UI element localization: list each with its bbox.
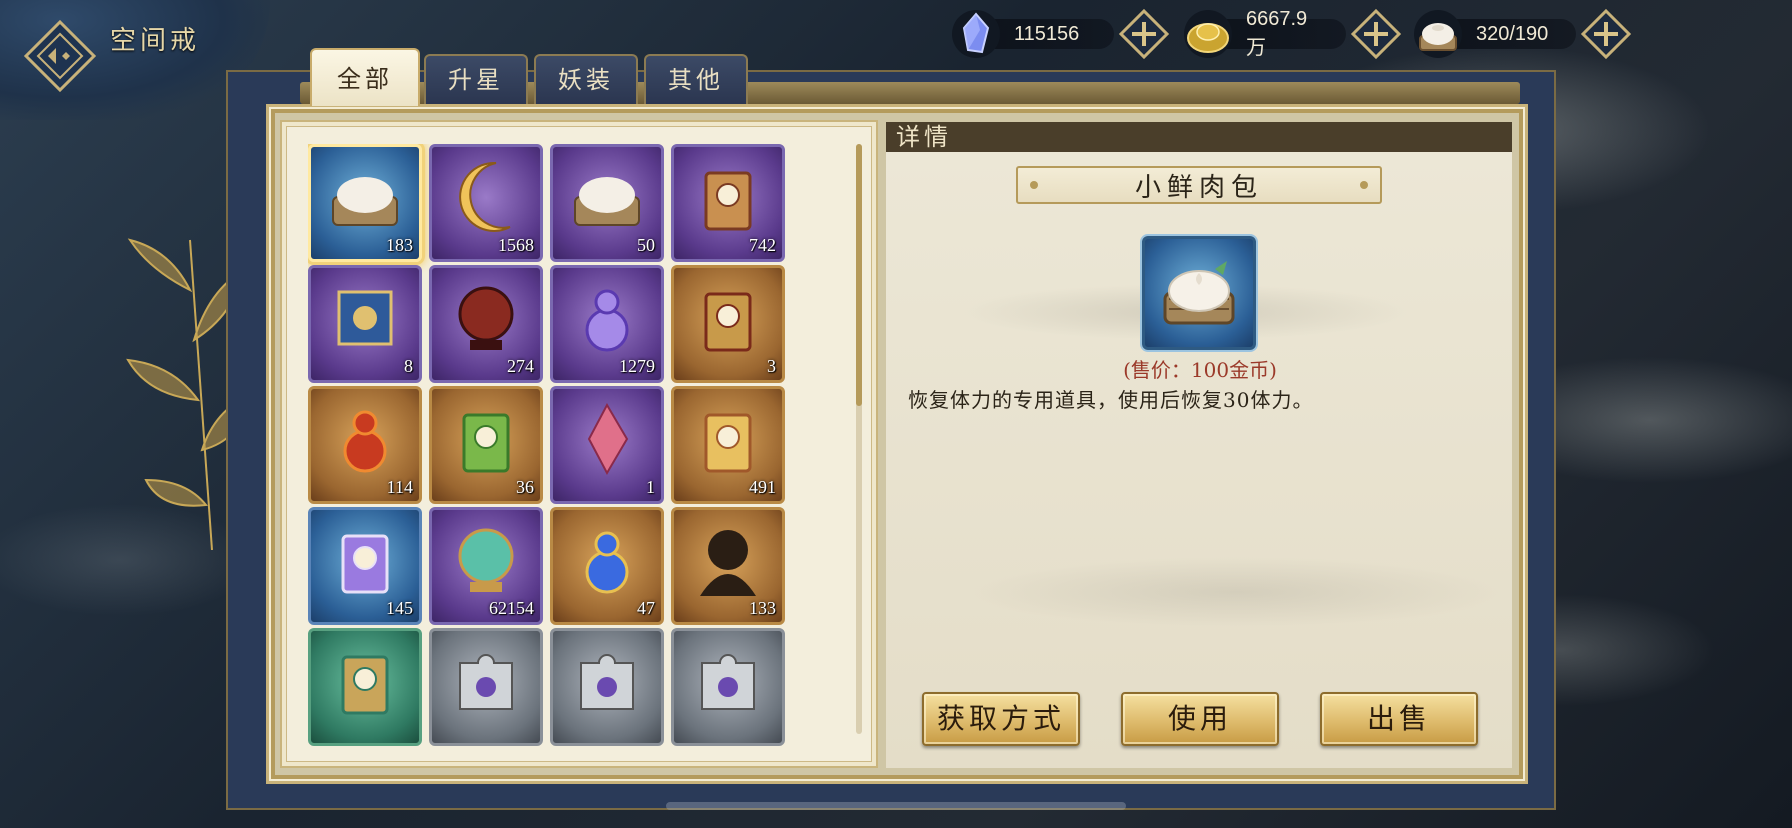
steamed-bun-icon	[332, 177, 398, 226]
sell-button[interactable]: 出售	[1320, 692, 1478, 746]
diamond-back-icon[interactable]	[22, 18, 98, 94]
steamed-bun-icon	[574, 177, 640, 226]
inventory-slot[interactable]: 742	[671, 144, 785, 262]
inventory-slot[interactable]: 1568	[429, 144, 543, 262]
inventory-slot[interactable]: 133	[671, 507, 785, 625]
item-count: 1279	[619, 356, 655, 376]
inventory-slot[interactable]: 3	[671, 265, 785, 383]
add-stamina-button[interactable]	[1580, 8, 1632, 60]
inventory-slot[interactable]: 114	[308, 386, 422, 504]
silhouette-icon	[700, 530, 756, 596]
bottom-handle	[666, 802, 1126, 810]
currency-crystal: 115156	[950, 8, 1170, 60]
detail-header: 详情	[886, 122, 1512, 152]
item-description: 恢复体力的专用道具，使用后恢复30体力。	[908, 388, 1314, 412]
inventory-slot[interactable]	[550, 628, 664, 746]
jade-orb-icon	[458, 528, 514, 592]
inventory-slot[interactable]: 36	[429, 386, 543, 504]
red-orb-icon	[458, 286, 514, 350]
inventory-scrollbar[interactable]	[856, 144, 862, 406]
item-count: 50	[637, 235, 655, 255]
inventory-slot[interactable]	[429, 628, 543, 746]
use-button[interactable]: 使用	[1121, 692, 1279, 746]
item-count: 183	[386, 235, 413, 255]
detail-item-slot	[1142, 236, 1256, 350]
talisman-pouch-icon	[704, 171, 752, 231]
currency-gold: 6667.9万	[1182, 8, 1402, 60]
green-item-icon	[341, 655, 389, 715]
item-price: (售价：100金币)	[1123, 358, 1277, 382]
item-count: 3	[767, 356, 776, 376]
currency-stamina: 320/190	[1412, 8, 1632, 60]
puzzle-piece-icon	[580, 654, 634, 710]
add-gold-button[interactable]	[1350, 8, 1402, 60]
item-count: 1	[646, 477, 655, 497]
item-count: 8	[404, 356, 413, 376]
item-count: 274	[507, 356, 534, 376]
inventory-slot[interactable]: 50	[550, 144, 664, 262]
crystal-icon	[952, 10, 1000, 58]
steamed-bun-icon	[1414, 10, 1462, 58]
tab-other[interactable]: 其他	[644, 54, 748, 104]
inventory-slot[interactable]: 145	[308, 507, 422, 625]
puzzle-piece-icon	[701, 654, 755, 710]
purple-gourd-icon	[585, 289, 629, 352]
inventory-slot[interactable]: 491	[671, 386, 785, 504]
tab-all[interactable]: 全部	[310, 48, 420, 106]
item-count: 114	[386, 477, 413, 497]
tassel-token-icon	[704, 292, 752, 352]
item-count: 47	[637, 598, 655, 618]
item-count: 36	[516, 477, 534, 497]
crescent-moon-icon	[459, 161, 511, 232]
inventory-grid: 183 1568 50 742 8 274 1279 3 114 36 1 491 145 62154 4…	[308, 144, 848, 748]
inventory-slot[interactable]: 1279	[550, 265, 664, 383]
inventory-slot[interactable]: 8	[308, 265, 422, 383]
inventory-slot[interactable]: 274	[429, 265, 543, 383]
steamed-bun-icon	[1163, 261, 1235, 325]
gold-talisman-pouch-icon	[704, 413, 752, 473]
puzzle-piece-icon	[459, 654, 513, 710]
inventory-slot[interactable]	[308, 628, 422, 746]
tab-demon-gear[interactable]: 妖装	[534, 54, 638, 104]
inventory-slot[interactable]: 47	[550, 507, 664, 625]
blue-gourd-icon	[585, 531, 629, 594]
item-count: 742	[749, 235, 776, 255]
red-potion-icon	[343, 410, 387, 473]
item-count: 491	[749, 477, 776, 497]
tab-star-up[interactable]: 升星	[424, 54, 528, 104]
green-talisman-pouch-icon	[462, 413, 510, 473]
item-count: 133	[749, 598, 776, 618]
item-count: 1568	[498, 235, 534, 255]
inventory-slot[interactable]: 1	[550, 386, 664, 504]
screen-title: 空间戒	[110, 26, 201, 56]
inventory-slot[interactable]	[671, 628, 785, 746]
add-crystal-button[interactable]	[1118, 8, 1170, 60]
item-name: 小鲜肉包	[1016, 166, 1382, 204]
purple-talisman-pouch-icon	[341, 534, 389, 594]
scroll-icon	[337, 290, 393, 346]
item-count: 62154	[489, 598, 534, 618]
item-count: 145	[386, 598, 413, 618]
pink-crystal-icon	[587, 402, 629, 476]
obtain-method-button[interactable]: 获取方式	[922, 692, 1080, 746]
inventory-slot[interactable]: 62154	[429, 507, 543, 625]
inventory-slot[interactable]: 183	[308, 144, 422, 262]
gold-ingot-icon	[1184, 10, 1232, 58]
